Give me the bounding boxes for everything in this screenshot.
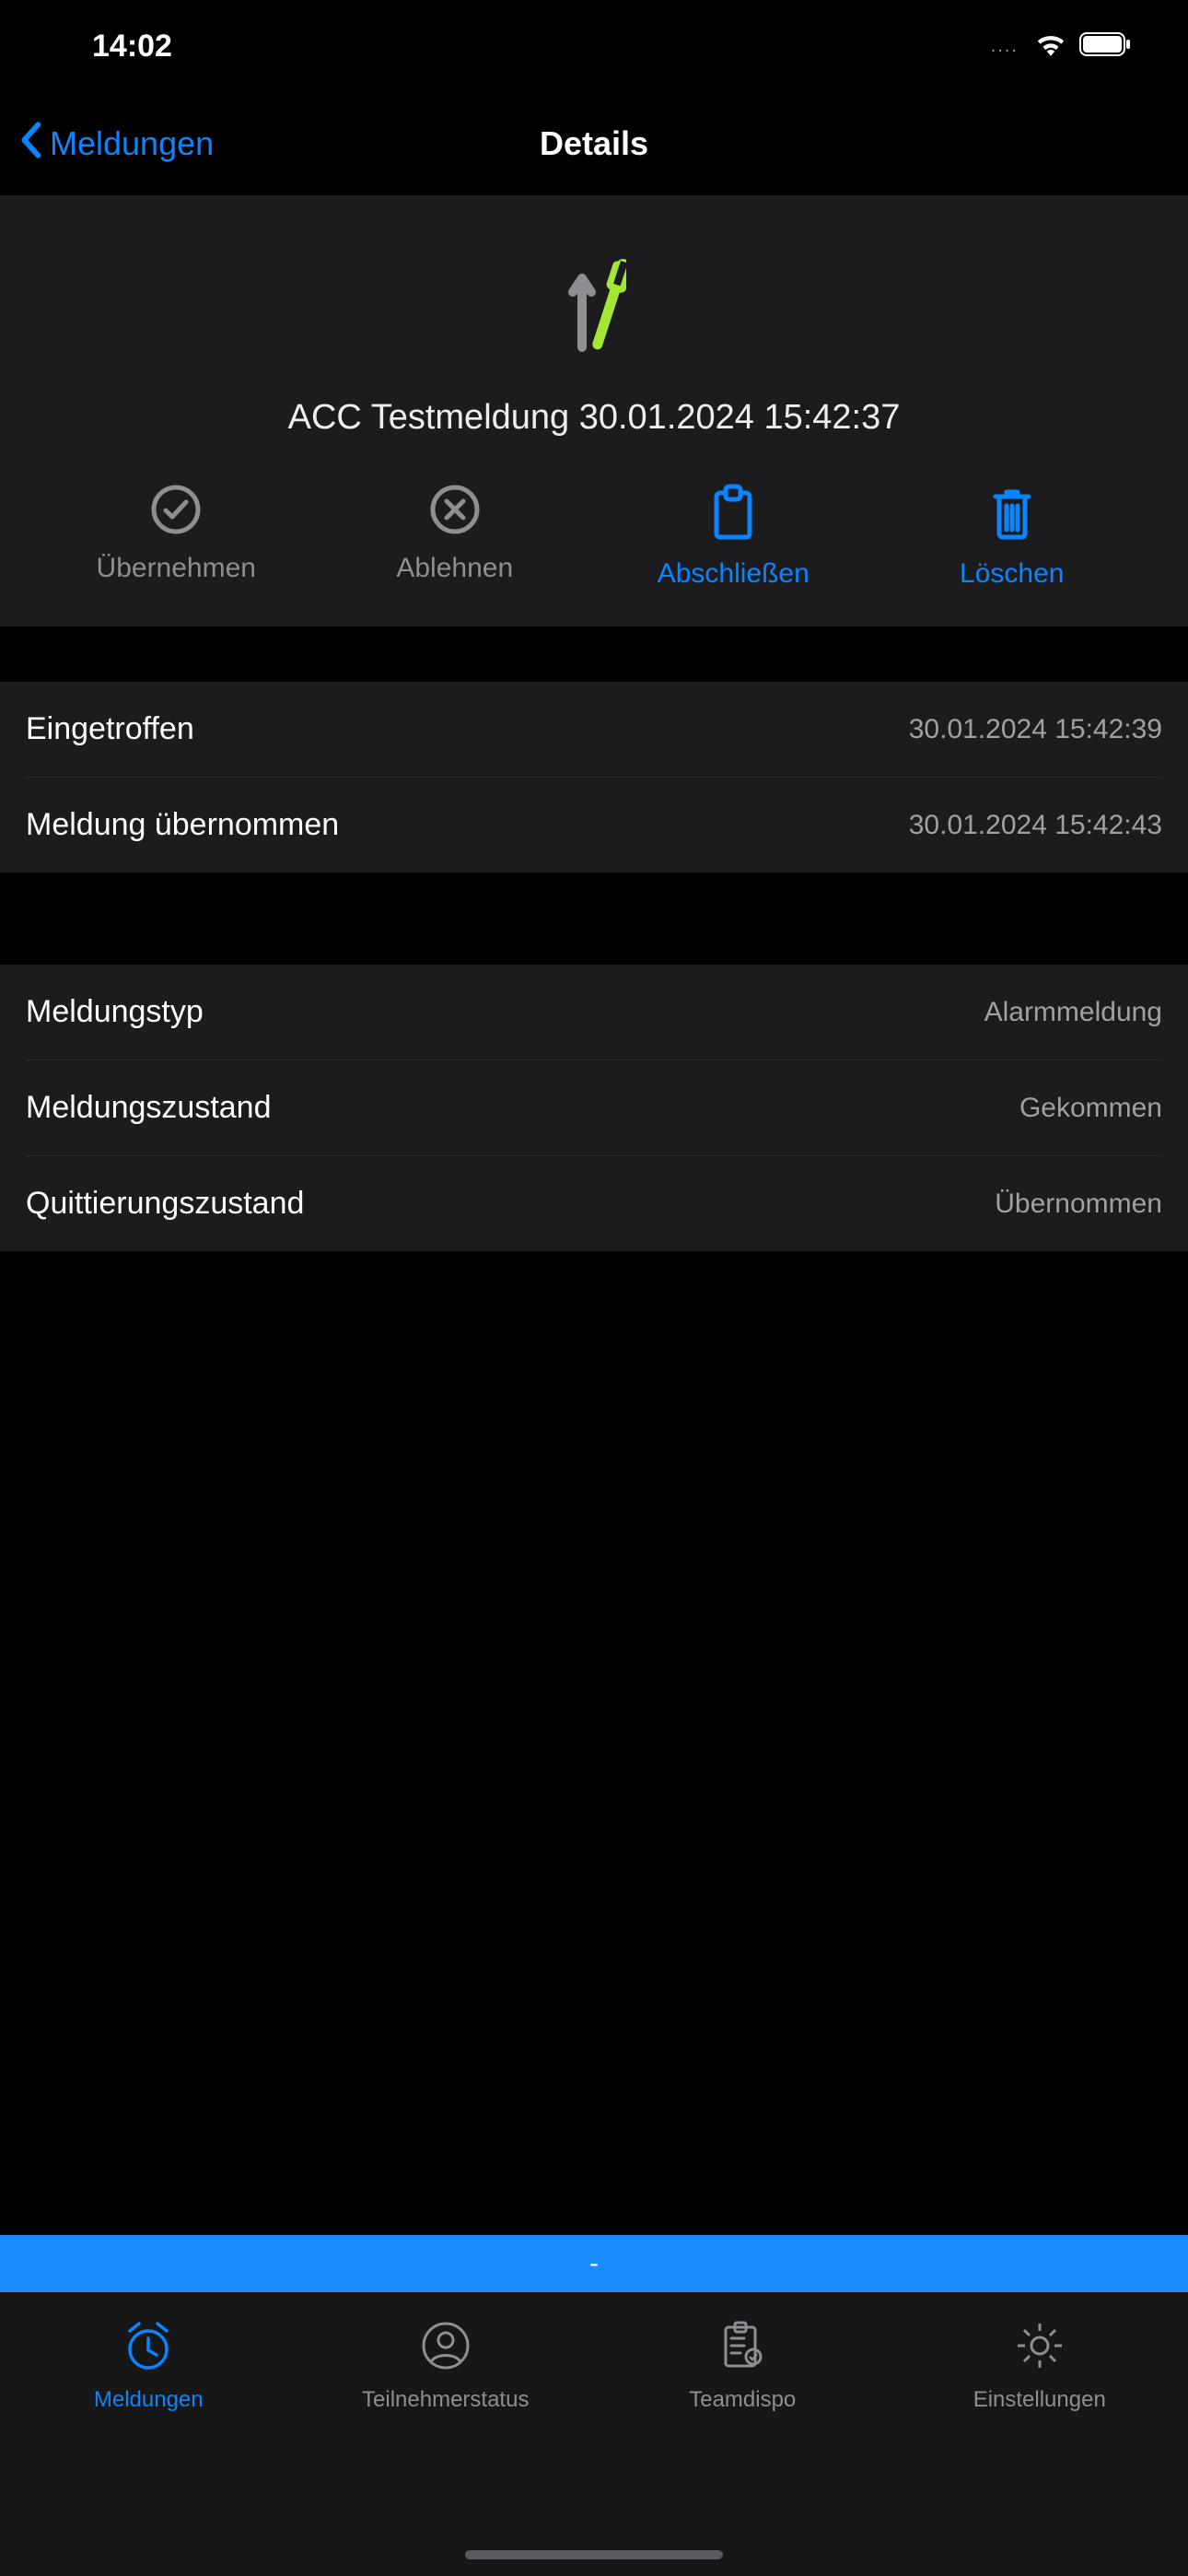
tab-teilnehmerstatus[interactable]: Teilnehmerstatus [297,2318,595,2413]
tab-label: Teamdispo [689,2387,796,2413]
clipboard-icon [707,484,759,545]
row-label: Eingetroffen [26,711,194,747]
message-type-icon [18,251,1170,352]
timestamps-section: Eingetroffen 30.01.2024 15:42:39 Meldung… [0,682,1188,872]
battery-icon [1079,32,1133,61]
delete-button[interactable]: Löschen [920,484,1104,590]
back-button[interactable]: Meldungen [18,122,214,167]
cellular-dots-icon: .... [991,36,1019,57]
nav-bar: Meldungen Details [0,92,1188,195]
row-value: Übernommen [995,1188,1162,1220]
detail-title: ACC Testmeldung 30.01.2024 15:42:37 [18,398,1170,438]
status-time: 14:02 [92,29,172,64]
row-label: Meldungszustand [26,1090,272,1126]
row-value: 30.01.2024 15:42:43 [909,810,1162,841]
chevron-left-icon [18,122,42,167]
accept-button: Übernehmen [84,484,268,584]
gear-icon [1012,2318,1067,2378]
banner-text: - [589,2248,599,2279]
tab-bar: Meldungen Teilnehmerstatus Teamdispo Ein… [0,2292,1188,2576]
list-row: Meldung übernommen 30.01.2024 15:42:43 [26,777,1162,872]
bottom-banner[interactable]: - [0,2235,1188,2292]
back-label: Meldungen [50,124,214,163]
tab-einstellungen[interactable]: Einstellungen [891,2318,1188,2413]
reject-button: Ablehnen [363,484,547,584]
clipboard-check-icon [715,2318,770,2378]
row-value: Alarmmeldung [984,997,1162,1028]
row-value: 30.01.2024 15:42:39 [909,714,1162,745]
person-circle-icon [418,2318,473,2378]
tab-label: Meldungen [94,2387,204,2413]
wifi-icon [1035,32,1066,61]
tab-label: Einstellungen [973,2387,1106,2413]
alarm-clock-icon [121,2318,176,2378]
tab-meldungen[interactable]: Meldungen [0,2318,297,2413]
tab-label: Teilnehmerstatus [362,2387,529,2413]
complete-button[interactable]: Abschließen [641,484,825,590]
list-row: Meldungszustand Gekommen [26,1060,1162,1155]
tab-teamdispo[interactable]: Teamdispo [594,2318,891,2413]
status-icons: .... [991,32,1133,61]
delete-label: Löschen [960,558,1064,590]
action-row: Übernehmen Ablehnen Abschließen Löschen [18,484,1170,590]
row-value: Gekommen [1019,1093,1162,1124]
detail-header: ACC Testmeldung 30.01.2024 15:42:37 Über… [0,195,1188,626]
check-circle-icon [150,484,202,540]
accept-label: Übernehmen [97,553,256,584]
row-label: Quittierungszustand [26,1186,304,1222]
trash-icon [986,484,1038,545]
properties-section: Meldungstyp Alarmmeldung Meldungszustand… [0,965,1188,1251]
list-row: Quittierungszustand Übernommen [26,1155,1162,1251]
status-bar: 14:02 .... [0,0,1188,92]
list-row: Eingetroffen 30.01.2024 15:42:39 [0,682,1188,777]
reject-label: Ablehnen [396,553,513,584]
x-circle-icon [429,484,481,540]
row-label: Meldungstyp [26,994,204,1030]
home-indicator[interactable] [465,2550,723,2559]
row-label: Meldung übernommen [26,807,339,843]
complete-label: Abschließen [658,558,809,590]
list-row: Meldungstyp Alarmmeldung [0,965,1188,1060]
